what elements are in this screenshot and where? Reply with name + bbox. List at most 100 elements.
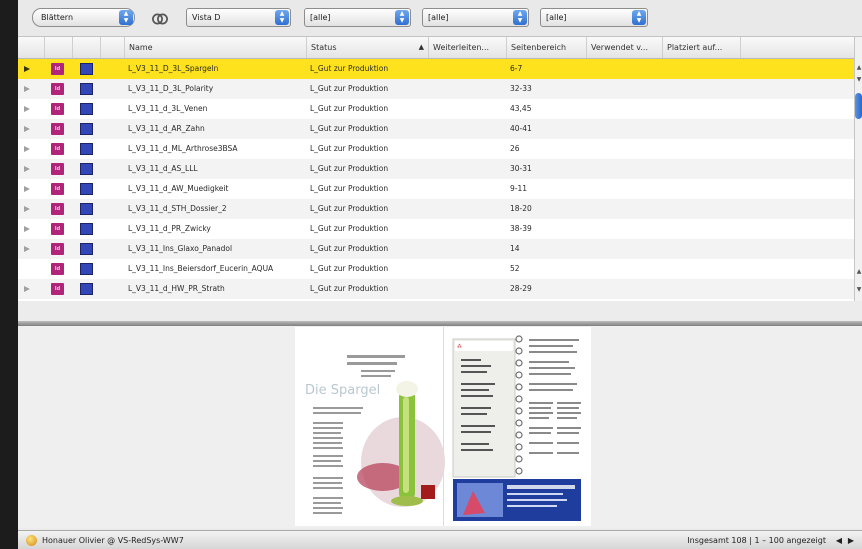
page-icon [80, 283, 93, 295]
row-page-range: 26 [510, 144, 520, 153]
row-page-range: 9-11 [510, 184, 528, 193]
table-header: Name Status ▲ Weiterleiten... Seitenberei… [18, 37, 854, 59]
disclosure-triangle-icon[interactable] [24, 66, 30, 72]
disclosure-triangle-icon[interactable] [24, 226, 30, 232]
row-name: L_V3_11_d_AR_Zahn [128, 124, 205, 133]
filter-popup-1-label: [alle] [310, 13, 331, 22]
previous-page-icon[interactable]: ◀ [836, 531, 842, 549]
table-row[interactable]: Id L_V3_11_d_AS_LLL L_Gut zur Produktion 30… [18, 159, 854, 179]
filter-popup-1[interactable]: [alle] ▲ ▼ [304, 8, 411, 27]
row-name: L_V3_11_d_3L_Venen [128, 104, 208, 113]
sync-icon[interactable] [151, 10, 169, 28]
disclosure-triangle-icon[interactable] [24, 286, 30, 292]
popup-arrows-icon: ▲ ▼ [275, 10, 289, 25]
indesign-document-icon: Id [51, 243, 64, 255]
row-status: L_Gut zur Produktion [310, 104, 389, 113]
page-icon [80, 203, 93, 215]
disclosure-triangle-icon[interactable] [24, 86, 30, 92]
page-preview-image[interactable]: Die Spargel ⁂ [295, 327, 591, 526]
row-status: L_Gut zur Produktion [310, 284, 389, 293]
table-row[interactable]: Id L_V3_11_d_STH_Dossier_2 L_Gut zur Produ… [18, 199, 854, 219]
filter-popup-3-label: [alle] [546, 13, 567, 22]
table-row[interactable]: Id L_V3_11_d_ML_Arthrose3BSA L_Gut zur Pro… [18, 139, 854, 159]
row-status: L_Gut zur Produktion [310, 164, 389, 173]
filter-popup-3[interactable]: [alle] ▲ ▼ [540, 8, 648, 27]
disclosure-triangle-icon[interactable] [24, 126, 30, 132]
indesign-document-icon: Id [51, 103, 64, 115]
row-name: L_V3_11_d_STH_Dossier_2 [128, 204, 227, 213]
indesign-document-icon: Id [51, 63, 64, 75]
disclosure-triangle-icon[interactable] [24, 146, 30, 152]
scrollbar-thumb[interactable] [855, 93, 862, 119]
scroll-up-arrow-icon[interactable]: ▲ [855, 267, 862, 276]
row-page-range: 32-33 [510, 84, 532, 93]
column-header-name-label: Name [129, 43, 153, 52]
indesign-document-icon: Id [51, 183, 64, 195]
row-status: L_Gut zur Produktion [310, 124, 389, 133]
row-name: L_V3_11_Ins_Glaxo_Panadol [128, 244, 233, 253]
table-row[interactable]: Id L_V3_11_d_HW_PR_Strath L_Gut zur Produk… [18, 279, 854, 299]
table-row[interactable]: Id L_V3_11_D_3L_Spargeln L_Gut zur Produkt… [18, 59, 854, 79]
page-icon [80, 243, 93, 255]
table-row[interactable]: Id L_V3_11_d_AW_Muedigkeit L_Gut zur Produ… [18, 179, 854, 199]
scroll-down-arrow-icon[interactable]: ▼ [855, 75, 862, 84]
page-icon [80, 83, 93, 95]
page-icon [80, 143, 93, 155]
page-icon [80, 123, 93, 135]
row-page-range: 30-31 [510, 164, 532, 173]
app-window: Blättern ▲ ▼ Vista D ▲ ▼ [alle] ▲ ▼ [alle] … [18, 0, 862, 549]
sort-ascending-icon: ▲ [418, 43, 424, 51]
table-row[interactable]: Id L_V3_11_Ins_Glaxo_Panadol L_Gut zur Pro… [18, 239, 854, 259]
row-status: L_Gut zur Produktion [310, 264, 389, 273]
disclosure-triangle-icon[interactable] [24, 106, 30, 112]
view-popup[interactable]: Vista D ▲ ▼ [186, 8, 291, 27]
row-page-range: 14 [510, 244, 520, 253]
row-name: L_V3_11_D_3L_Spargeln [128, 64, 219, 73]
column-header-platziert[interactable]: Platziert auf... [663, 37, 741, 58]
status-bar: Honauer Olivier @ VS-RedSys-WW7 Insgesam… [18, 530, 862, 549]
column-header-status[interactable]: Status ▲ [307, 37, 429, 58]
indesign-document-icon: Id [51, 83, 64, 95]
disclosure-triangle-icon[interactable] [24, 246, 30, 252]
column-header-expand[interactable] [18, 37, 45, 58]
column-header-seitenbereich[interactable]: Seitenbereich [507, 37, 587, 58]
filter-popup-2[interactable]: [alle] ▲ ▼ [422, 8, 529, 27]
popup-arrows-icon: ▲ ▼ [119, 10, 133, 25]
row-page-range: 28-29 [510, 284, 532, 293]
disclosure-triangle-icon[interactable] [24, 206, 30, 212]
indesign-document-icon: Id [51, 163, 64, 175]
column-header-spacer [101, 37, 125, 58]
indesign-document-icon: Id [51, 203, 64, 215]
table-row[interactable]: Id L_V3_11_d_PR_Zwicky L_Gut zur Produktio… [18, 219, 854, 239]
column-header-name[interactable]: Name [125, 37, 307, 58]
column-header-verwendet[interactable]: Verwendet v... [587, 37, 663, 58]
page-icon [80, 103, 93, 115]
indesign-document-icon: Id [51, 263, 64, 275]
preview-red-heading: ⁂ [457, 343, 462, 350]
table-row[interactable]: Id L_V3_11_Ins_Beiersdorf_Eucerin_AQUA L_G… [18, 259, 854, 279]
row-status: L_Gut zur Produktion [310, 244, 389, 253]
table-row[interactable]: Id L_V3_11_d_3L_Venen L_Gut zur Produktion… [18, 99, 854, 119]
status-count-label: Insgesamt 108 | 1 – 100 angezeigt [687, 536, 826, 545]
row-page-range: 38-39 [510, 224, 532, 233]
row-page-range: 18-20 [510, 204, 532, 213]
page-icon [80, 163, 93, 175]
column-header-weiterleiten[interactable]: Weiterleiten... [429, 37, 507, 58]
preview-pane: Die Spargel ⁂ [18, 326, 862, 528]
disclosure-triangle-icon[interactable] [24, 186, 30, 192]
status-user-label: Honauer Olivier @ VS-RedSys-WW7 [42, 536, 184, 545]
mode-popup[interactable]: Blättern ▲ ▼ [32, 8, 135, 27]
next-page-icon[interactable]: ▶ [848, 531, 854, 549]
scroll-up-arrow-icon[interactable]: ▲ [855, 63, 862, 72]
table-row[interactable]: Id L_V3_11_D_3L_Polarity L_Gut zur Produkt… [18, 79, 854, 99]
column-header-weiterleiten-label: Weiterleiten... [433, 43, 490, 52]
indesign-document-icon: Id [51, 283, 64, 295]
disclosure-triangle-icon[interactable] [24, 166, 30, 172]
column-header-pages[interactable] [73, 37, 101, 58]
column-header-type[interactable] [45, 37, 73, 58]
scroll-down-arrow-icon[interactable]: ▼ [855, 285, 862, 294]
toolbar: Blättern ▲ ▼ Vista D ▲ ▼ [alle] ▲ ▼ [alle] … [18, 0, 862, 37]
table-row[interactable]: Id L_V3_11_d_AR_Zahn L_Gut zur Produktion 4… [18, 119, 854, 139]
vertical-scrollbar[interactable]: ▲ ▼ ▲ ▼ [854, 37, 862, 301]
row-page-range: 40-41 [510, 124, 532, 133]
